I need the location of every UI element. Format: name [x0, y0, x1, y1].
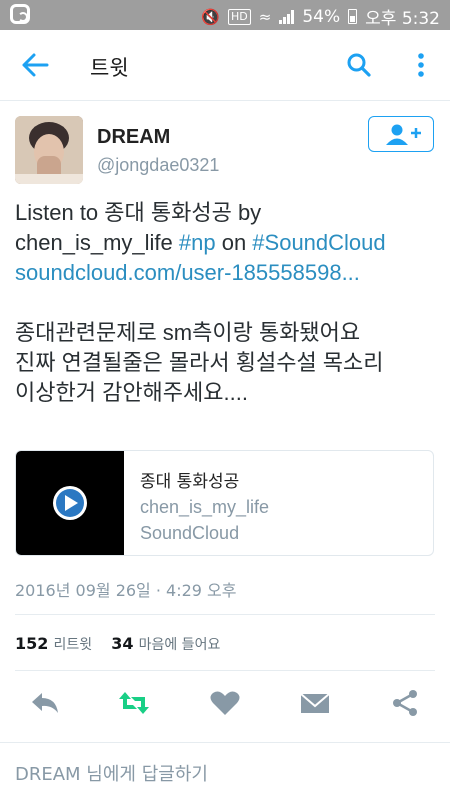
tweet-line: chen_is_my_life #np on #SoundCloud [15, 230, 386, 255]
hd-icon: HD [228, 8, 251, 25]
tweet-line: 이상한거 감안해주세요.... [15, 380, 248, 405]
tweet-actions [0, 683, 450, 723]
hashtag-soundcloud[interactable]: #SoundCloud [252, 230, 385, 255]
tweet-line: soundcloud.com/user-185558598... [15, 258, 440, 288]
tweet-stats: 152 리트윗 34 마음에 들어요 [15, 634, 234, 654]
battery-icon [348, 9, 358, 24]
app-notification-icon [10, 4, 30, 24]
more-options-icon[interactable] [411, 50, 431, 80]
mute-icon: 🔇 [201, 7, 221, 26]
soundcloud-card[interactable]: 종대 통화성공 chen_is_my_life SoundCloud [15, 450, 434, 556]
page-title: 트윗 [90, 56, 129, 80]
add-user-icon [386, 124, 421, 145]
status-icons: 🔇 HD ≈ 54% 오후 5:32 [201, 4, 440, 30]
retweet-count[interactable]: 152 [15, 634, 48, 653]
mention-text: chen_is_my_life [15, 230, 179, 255]
battery-percent: 54% [302, 6, 341, 27]
share-icon[interactable] [388, 688, 422, 718]
back-arrow-icon[interactable] [20, 52, 50, 78]
play-icon[interactable] [50, 483, 90, 523]
status-bar: 🔇 HD ≈ 54% 오후 5:32 [0, 0, 450, 30]
card-source: SoundCloud [140, 523, 240, 543]
wifi-icon: ≈ [258, 7, 272, 26]
tweet-line: 종대관련문제로 sm측이랑 통화됐어요 [15, 320, 361, 345]
reply-input[interactable]: DREAM 님에게 답글하기 [15, 760, 208, 786]
card-title: 종대 통화성공 [140, 472, 240, 492]
tweet-url-link[interactable]: soundcloud.com/user-185558598... [15, 260, 360, 285]
signal-icon [279, 9, 295, 24]
reply-icon[interactable] [28, 688, 62, 718]
search-icon[interactable] [346, 52, 372, 78]
tweet-line: Listen to 종대 통화성공 by [15, 200, 262, 225]
card-user: chen_is_my_life [140, 497, 270, 517]
author-handle[interactable]: @jongdae0321 [97, 155, 219, 176]
direct-message-icon[interactable] [298, 688, 332, 718]
reply-bar[interactable]: DREAM 님에게 답글하기 [0, 742, 450, 801]
tweet-timestamp: 2016년 09월 26일 · 4:29 오후 [15, 581, 237, 600]
retweet-label[interactable]: 리트윗 [54, 637, 93, 653]
app-bar: 트윗 [0, 30, 450, 101]
divider [15, 670, 435, 671]
clock: 오후 5:32 [365, 9, 440, 29]
hashtag-np[interactable]: #np [179, 230, 216, 255]
like-heart-icon[interactable] [208, 688, 242, 718]
like-count[interactable]: 34 [111, 634, 133, 653]
avatar-image [15, 116, 83, 184]
author-name[interactable]: DREAM [97, 126, 170, 149]
tweet-line: 진짜 연결될줄은 몰라서 횡설수설 목소리 [15, 350, 384, 375]
tweet-text: Listen to 종대 통화성공 by chen_is_my_life #np… [15, 198, 440, 408]
card-thumbnail[interactable] [16, 451, 124, 555]
retweet-icon[interactable] [117, 688, 151, 718]
follow-button[interactable] [368, 116, 434, 152]
avatar[interactable] [15, 116, 83, 184]
like-label[interactable]: 마음에 들어요 [139, 637, 221, 653]
divider [15, 614, 435, 615]
